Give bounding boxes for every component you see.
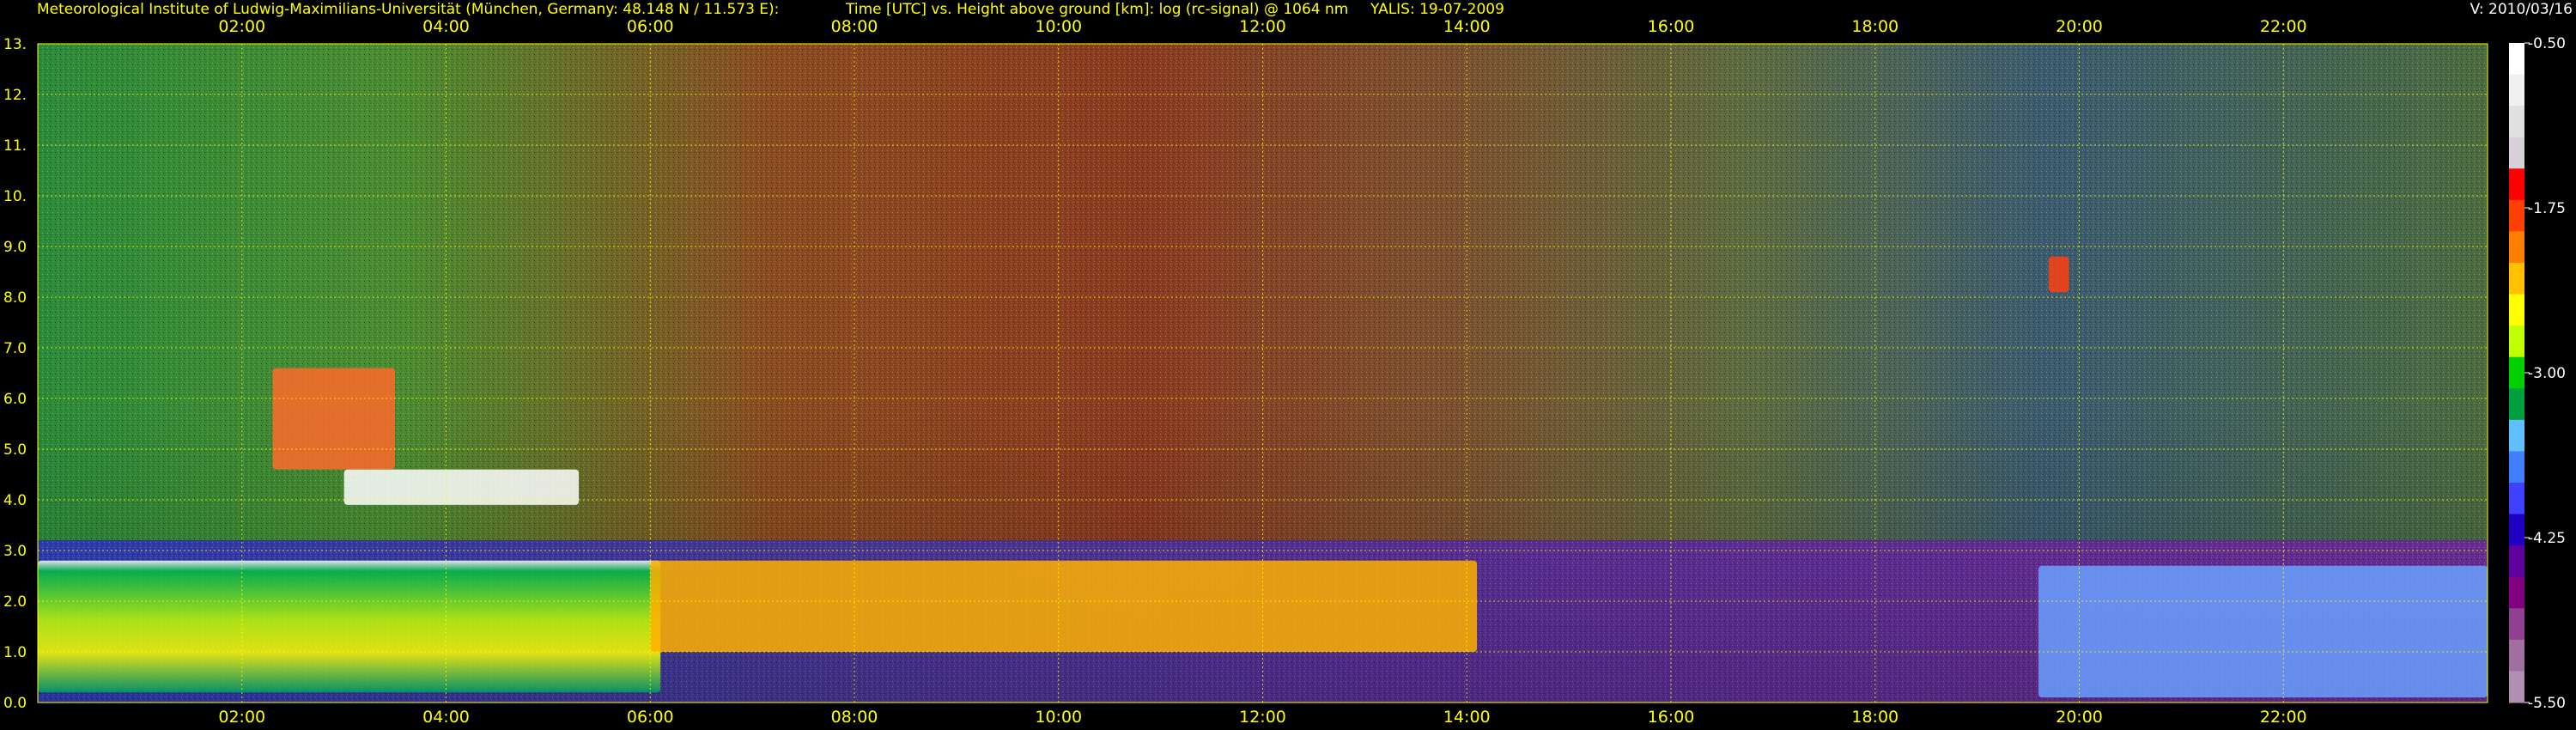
version-label: V: 2010/03/16 bbox=[2470, 1, 2573, 18]
colorbar-segment-5 bbox=[2509, 199, 2524, 232]
y-tick-12: 12. bbox=[3, 87, 27, 104]
y-tick-10: 10. bbox=[3, 188, 27, 205]
institute-title: Meteorological Institute of Ludwig-Maxim… bbox=[37, 1, 780, 18]
x-tick-bottom-1: 04:00 bbox=[422, 708, 470, 727]
feature-1 bbox=[343, 469, 580, 505]
x-tick-top-6: 14:00 bbox=[1443, 17, 1491, 36]
colorbar-segment-3 bbox=[2509, 137, 2524, 169]
x-tick-top-5: 12:00 bbox=[1239, 17, 1286, 36]
cb-tick-2: -3.00 bbox=[2528, 365, 2566, 382]
colorbar-ticks: -0.50 -1.75 -3.00 -4.25 -5.50 bbox=[2524, 35, 2566, 712]
colorbar-segment-15 bbox=[2509, 514, 2524, 546]
y-tick-5: 5.0 bbox=[3, 441, 27, 459]
x-tick-top-1: 04:00 bbox=[422, 17, 470, 36]
colorbar-segment-12 bbox=[2509, 419, 2524, 452]
colorbar-segment-20 bbox=[2509, 671, 2524, 703]
colorbar-segment-1 bbox=[2509, 74, 2524, 106]
colorbar bbox=[2509, 43, 2524, 703]
y-tick-6: 6.0 bbox=[3, 391, 27, 408]
x-tick-top-0: 02:00 bbox=[218, 17, 265, 36]
colorbar-segment-18 bbox=[2509, 608, 2524, 641]
feature-4 bbox=[2048, 256, 2069, 293]
colorbar-segment-2 bbox=[2509, 106, 2524, 138]
colorbar-segment-7 bbox=[2509, 263, 2524, 295]
colorbar-segment-0 bbox=[2509, 43, 2524, 76]
x-tick-top-10: 22:00 bbox=[2260, 17, 2307, 36]
y-tick-0: 0.0 bbox=[3, 695, 27, 712]
x-tick-bottom-3: 08:00 bbox=[831, 708, 878, 727]
colorbar-segment-4 bbox=[2509, 168, 2524, 201]
y-axis-ticks: 0.0 1.0 2.0 3.0 4.0 5.0 6.0 7.0 8.0 9.0 10. 11. 12. 1… bbox=[3, 36, 27, 712]
y-tick-4: 4.0 bbox=[3, 492, 27, 509]
x-tick-top-9: 20:00 bbox=[2056, 17, 2103, 36]
x-tick-top-3: 08:00 bbox=[831, 17, 878, 36]
colorbar-segment-19 bbox=[2509, 639, 2524, 672]
colorbar-segment-13 bbox=[2509, 451, 2524, 484]
feature-2 bbox=[272, 368, 396, 470]
colorbar-segment-14 bbox=[2509, 483, 2524, 515]
colorbar-segment-16 bbox=[2509, 545, 2524, 578]
y-tick-8: 8.0 bbox=[3, 289, 27, 307]
x-tick-bottom-5: 12:00 bbox=[1239, 708, 1286, 727]
instrument-date: YALIS: 19-07-2009 bbox=[1370, 1, 1504, 18]
x-tick-top-8: 18:00 bbox=[1851, 17, 1899, 36]
feature-3 bbox=[650, 560, 1478, 652]
x-tick-bottom-0: 02:00 bbox=[218, 708, 265, 727]
x-tick-top-2: 06:00 bbox=[627, 17, 674, 36]
y-tick-13: 13. bbox=[3, 36, 27, 53]
cb-tick-1: -1.75 bbox=[2528, 200, 2566, 217]
colorbar-segment-8 bbox=[2509, 294, 2524, 326]
y-tick-7: 7.0 bbox=[3, 340, 27, 357]
x-tick-top-4: 10:00 bbox=[1035, 17, 1082, 36]
y-tick-9: 9.0 bbox=[3, 239, 27, 256]
cb-tick-4: -5.50 bbox=[2528, 695, 2566, 712]
x-tick-bottom-8: 18:00 bbox=[1851, 708, 1899, 727]
y-tick-2: 2.0 bbox=[3, 593, 27, 611]
cb-tick-0: -0.50 bbox=[2528, 35, 2566, 52]
colorbar-segment-11 bbox=[2509, 388, 2524, 421]
feature-5 bbox=[2038, 565, 2488, 698]
cb-tick-3: -4.25 bbox=[2528, 530, 2566, 547]
x-tick-top-7: 16:00 bbox=[1648, 17, 1695, 36]
x-tick-bottom-6: 14:00 bbox=[1443, 708, 1491, 727]
feature-0 bbox=[38, 560, 661, 693]
lidar-chart: 02:00 02:00 04:00 04:00 06:00 06:00 08:00 08:00… bbox=[3, 17, 2566, 727]
chart-description: Time [UTC] vs. Height above ground [km]:… bbox=[846, 1, 1349, 18]
colorbar-segment-9 bbox=[2509, 325, 2524, 358]
colorbar-segment-17 bbox=[2509, 576, 2524, 609]
y-tick-11: 11. bbox=[3, 137, 27, 155]
x-tick-bottom-9: 20:00 bbox=[2056, 708, 2103, 727]
y-tick-1: 1.0 bbox=[3, 644, 27, 661]
x-tick-bottom-7: 16:00 bbox=[1648, 708, 1695, 727]
colorbar-segment-10 bbox=[2509, 356, 2524, 389]
x-tick-bottom-10: 22:00 bbox=[2260, 708, 2307, 727]
colorbar-segment-6 bbox=[2509, 231, 2524, 264]
x-tick-bottom-4: 10:00 bbox=[1035, 708, 1082, 727]
y-tick-3: 3.0 bbox=[3, 543, 27, 560]
x-tick-bottom-2: 06:00 bbox=[627, 708, 674, 727]
